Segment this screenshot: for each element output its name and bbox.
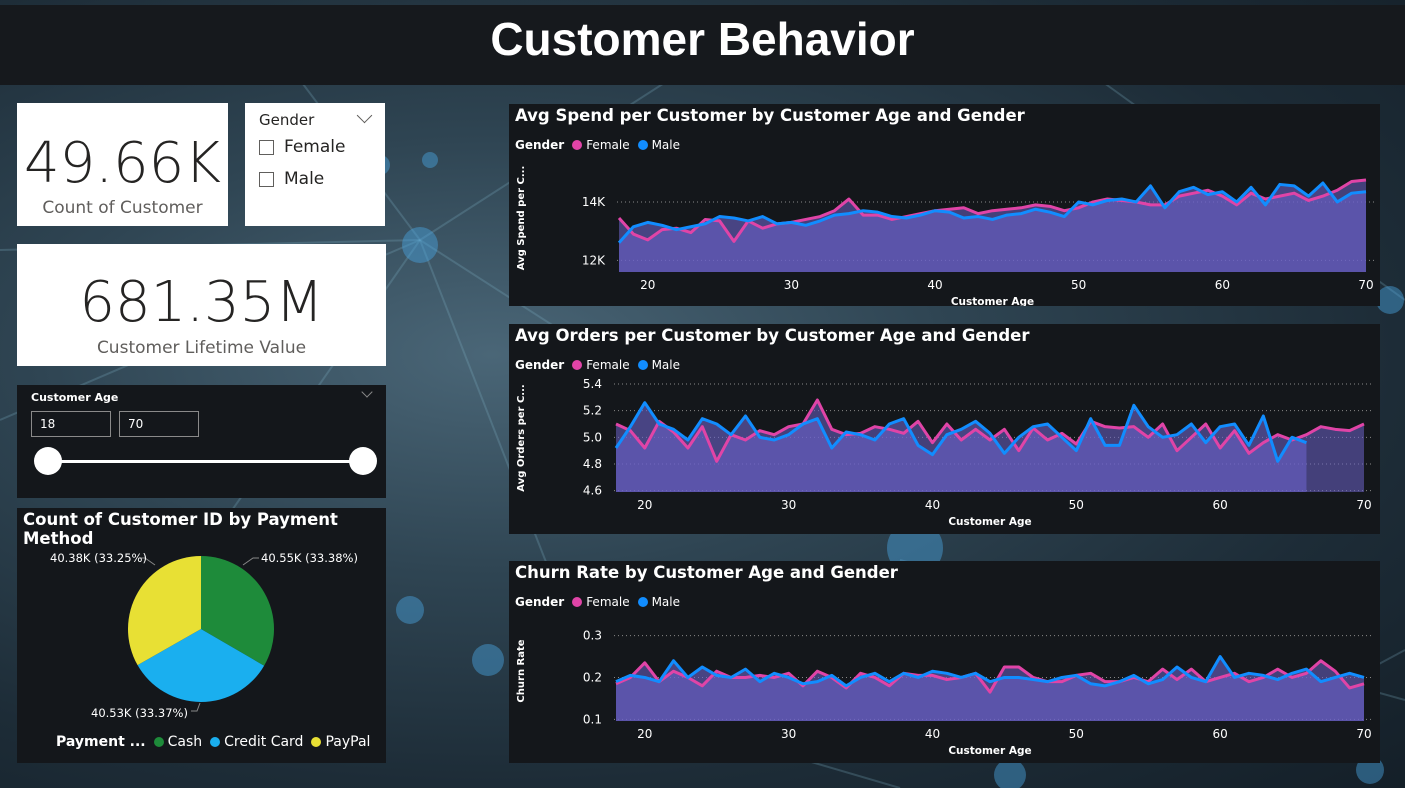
gender-option-female[interactable]: Female <box>259 137 345 157</box>
chevron-down-icon[interactable] <box>361 386 373 398</box>
orders-line-chart: 5.4 5.2 5.0 4.8 4.6 20 30 40 50 60 70 Customer Age A… <box>516 377 1374 528</box>
x-tick-label: 20 <box>637 498 652 512</box>
pie-legend-title: Payment ... <box>56 734 146 750</box>
x-tick-label: 20 <box>637 727 652 741</box>
age-slider-max-handle[interactable] <box>349 447 377 475</box>
x-tick-label: 30 <box>784 278 799 292</box>
y-tick-label: 4.8 <box>583 457 602 471</box>
x-tick-label: 50 <box>1071 278 1086 292</box>
kpi-clv-card: 681.35M Customer Lifetime Value <box>17 244 386 366</box>
x-tick-label: 50 <box>1069 727 1084 741</box>
legend-item-cash[interactable]: Cash <box>153 734 202 750</box>
x-tick-label: 70 <box>1356 727 1371 741</box>
gender-option-label: Male <box>284 169 325 189</box>
kpi-count-value: 49.66K <box>23 131 222 196</box>
kpi-clv-label: Customer Lifetime Value <box>96 338 307 358</box>
kpi-count-card: 49.66K Count of Customer <box>17 103 228 226</box>
x-tick-label: 60 <box>1213 727 1228 741</box>
age-slicer: Customer Age 18 70 <box>17 385 386 498</box>
legend-item-paypal[interactable]: PayPal <box>311 734 370 750</box>
pie-chart: 40.55K (33.38%) 40.38K (33.25%) 40.53K (… <box>50 551 358 720</box>
age-slider-min-handle[interactable] <box>34 447 62 475</box>
y-tick-label: 0.3 <box>583 629 602 643</box>
x-tick-label: 20 <box>640 278 655 292</box>
x-axis-title: Customer Age <box>948 745 1031 757</box>
checkbox-male[interactable] <box>259 171 274 187</box>
kpi-count-label: Count of Customer <box>42 198 203 218</box>
pie-label-paypal: 40.38K (33.25%) <box>50 551 147 565</box>
chevron-down-icon[interactable] <box>356 107 373 124</box>
y-axis-title: Churn Rate <box>516 639 527 702</box>
x-tick-label: 30 <box>781 498 796 512</box>
age-min-input[interactable]: 18 <box>31 411 111 437</box>
spend-line-chart: 14K 12K 20 30 40 50 60 70 Customer Age Avg Spend … <box>516 166 1376 306</box>
x-tick-label: 40 <box>925 498 940 512</box>
x-tick-label: 40 <box>925 727 940 741</box>
y-tick-label: 5.4 <box>583 377 602 391</box>
area-male <box>619 182 1366 272</box>
age-max-input[interactable]: 70 <box>119 411 199 437</box>
pie-label-cash: 40.55K (33.38%) <box>261 551 358 565</box>
x-tick-label: 70 <box>1358 278 1373 292</box>
y-tick-label: 0.2 <box>583 670 602 684</box>
page-title: Customer Behavior <box>490 13 915 65</box>
churn-chart-panel: Churn Rate by Customer Age and Gender Ge… <box>509 561 1380 763</box>
x-axis-title: Customer Age <box>951 296 1034 306</box>
x-tick-label: 60 <box>1213 498 1228 512</box>
y-tick-label: 12K <box>582 253 606 267</box>
x-tick-label: 60 <box>1215 278 1230 292</box>
x-tick-label: 40 <box>927 278 942 292</box>
churn-line-chart: 0.3 0.2 0.1 20 30 40 50 60 70 Customer Age Churn R… <box>516 629 1374 757</box>
age-slider-track[interactable] <box>49 460 363 463</box>
gender-option-label: Female <box>284 137 346 157</box>
gender-option-male[interactable]: Male <box>259 169 324 189</box>
y-tick-label: 4.6 <box>583 484 602 498</box>
area-male <box>616 656 1364 721</box>
age-slicer-title: Customer Age <box>31 391 119 404</box>
payment-pie-panel: Count of Customer ID by Payment Method 4… <box>17 508 386 763</box>
y-tick-label: 14K <box>582 195 606 209</box>
area-male <box>616 402 1307 492</box>
y-tick-label: 5.0 <box>583 430 602 444</box>
x-tick-label: 70 <box>1356 498 1371 512</box>
spend-chart-panel: Avg Spend per Customer by Customer Age a… <box>509 104 1380 306</box>
checkbox-female[interactable] <box>259 139 274 155</box>
y-tick-label: 5.2 <box>583 404 602 418</box>
legend-item-credit-card[interactable]: Credit Card <box>210 734 303 750</box>
x-tick-label: 50 <box>1069 498 1084 512</box>
gender-slicer: Gender Female Male <box>245 103 385 226</box>
x-tick-label: 30 <box>781 727 796 741</box>
kpi-clv-value: 681.35M <box>79 270 324 335</box>
pie-label-credit: 40.53K (33.37%) <box>91 706 188 720</box>
gender-slicer-title: Gender <box>259 111 315 129</box>
header-bar: Customer Behavior <box>0 5 1405 85</box>
x-axis-title: Customer Age <box>948 516 1031 528</box>
pie-legend: Payment ... Cash Credit Card PayPal <box>56 734 378 750</box>
orders-chart-panel: Avg Orders per Customer by Customer Age … <box>509 324 1380 534</box>
y-axis-title: Avg Spend per C... <box>516 166 527 271</box>
y-axis-title: Avg Orders per C... <box>516 384 527 491</box>
y-tick-label: 0.1 <box>583 712 602 726</box>
